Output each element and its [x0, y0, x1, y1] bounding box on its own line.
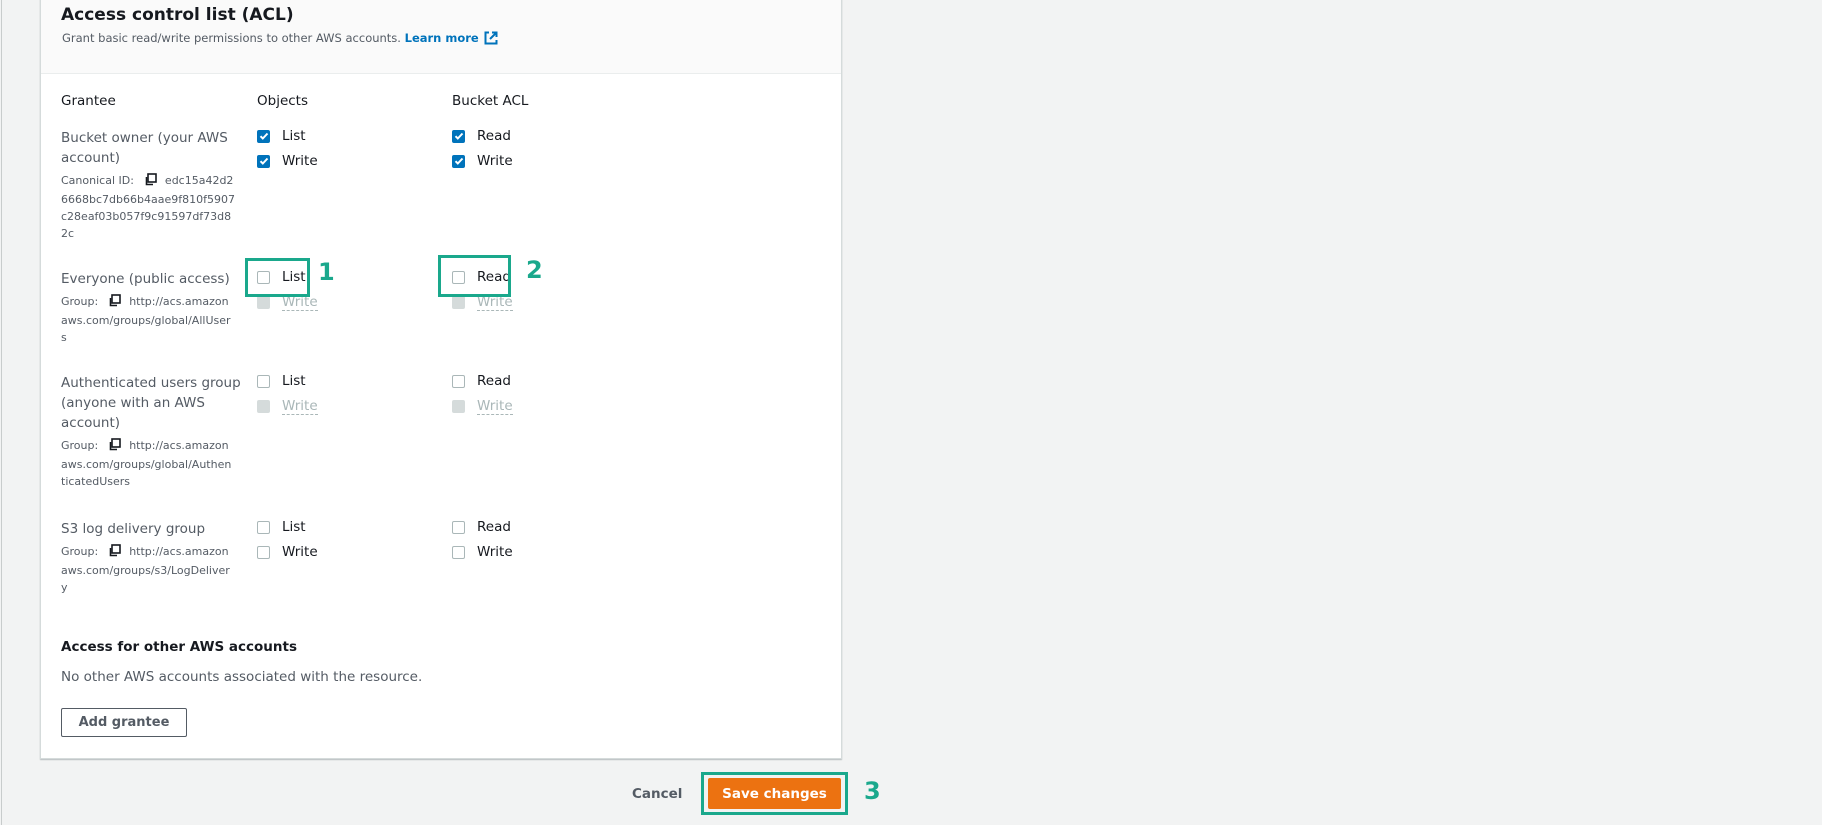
- identifier-label: Group:: [61, 545, 99, 558]
- annotation-number-3: 3: [864, 777, 881, 805]
- page-edge-divider: [1, 0, 2, 825]
- column-header-grantee: Grantee: [61, 93, 116, 109]
- checkbox: [452, 296, 465, 309]
- checkbox-label: Write: [477, 544, 513, 560]
- grantee-identifier: Canonical ID: edc15a42d2 6668bc7db66b4aae9…: [61, 172, 241, 242]
- permission-bucket-acl-read[interactable]: Read: [452, 519, 511, 535]
- description-text: Grant basic read/write permissions to ot…: [62, 31, 401, 45]
- grantee-identifier: Group: http://acs.amazon aws.com/groups/gl…: [61, 437, 241, 490]
- permission-bucket-acl-write[interactable]: Write: [452, 153, 513, 169]
- cancel-button[interactable]: Cancel: [632, 786, 682, 802]
- column-header-bucket-acl: Bucket ACL: [452, 93, 529, 109]
- checkbox[interactable]: [452, 154, 465, 168]
- checkbox-label: Write: [477, 398, 513, 415]
- learn-more-label: Learn more: [404, 31, 479, 45]
- checkbox: [257, 296, 270, 309]
- permission-bucket-acl-write[interactable]: Write: [452, 544, 513, 560]
- annotation-box-1: [245, 258, 310, 297]
- permission-objects-write[interactable]: Write: [257, 544, 318, 560]
- copy-icon[interactable]: [108, 294, 122, 312]
- permission-objects-write[interactable]: Write: [257, 153, 318, 169]
- permission-objects-write: Write: [257, 398, 318, 415]
- annotation-number-2: 2: [526, 256, 543, 284]
- permission-objects-list[interactable]: List: [257, 373, 306, 389]
- copy-icon[interactable]: [108, 438, 122, 456]
- permission-bucket-acl-write: Write: [452, 398, 513, 415]
- checkbox[interactable]: [257, 520, 270, 534]
- checkbox-label: List: [282, 373, 306, 389]
- annotation-box-2: [438, 255, 511, 297]
- checkbox-label: Write: [282, 544, 318, 560]
- add-grantee-button[interactable]: Add grantee: [61, 708, 187, 737]
- grantee-name: Everyone (public access): [61, 271, 230, 287]
- annotation-number-1: 1: [318, 258, 335, 286]
- checkbox-label: Read: [477, 373, 511, 389]
- checkbox[interactable]: [257, 545, 270, 559]
- acl-panel-header: Access control list (ACL) Grant basic re…: [41, 0, 841, 74]
- checkbox-label: List: [282, 128, 306, 144]
- permission-objects-list[interactable]: List: [257, 519, 306, 535]
- checkbox[interactable]: [257, 154, 270, 168]
- panel-description: Grant basic read/write permissions to ot…: [62, 31, 498, 48]
- checkbox[interactable]: [452, 129, 465, 143]
- copy-icon[interactable]: [144, 173, 157, 191]
- permission-objects-list[interactable]: List: [257, 128, 306, 144]
- checkbox[interactable]: [452, 520, 465, 534]
- grantee-name: Authenticated users group (anyone with a…: [61, 375, 241, 431]
- checkbox[interactable]: [452, 545, 465, 559]
- identifier-label: Group:: [61, 295, 99, 308]
- panel-title: Access control list (ACL): [61, 5, 294, 25]
- checkbox-label: Write: [477, 153, 513, 169]
- checkbox-label: Write: [282, 153, 318, 169]
- checkbox[interactable]: [257, 374, 270, 388]
- grantee-name: Bucket owner (your AWS account): [61, 130, 228, 166]
- checkbox: [452, 400, 465, 413]
- acl-panel: Access control list (ACL) Grant basic re…: [40, 0, 842, 759]
- learn-more-link[interactable]: Learn more: [405, 31, 498, 45]
- save-changes-button[interactable]: Save changes: [708, 778, 841, 809]
- other-accounts-empty-text: No other AWS accounts associated with th…: [61, 669, 423, 685]
- checkbox[interactable]: [452, 374, 465, 388]
- identifier-label: Canonical ID:: [61, 174, 134, 187]
- grantee-name: S3 log delivery group: [61, 521, 206, 537]
- checkbox-label: Read: [477, 128, 511, 144]
- grantee-identifier: Group: http://acs.amazon aws.com/groups/gl…: [61, 293, 241, 346]
- checkbox-label: Read: [477, 519, 511, 535]
- external-link-icon: [484, 31, 498, 48]
- column-header-objects: Objects: [257, 93, 309, 109]
- copy-icon[interactable]: [108, 544, 122, 562]
- checkbox[interactable]: [257, 129, 270, 143]
- identifier-label: Group:: [61, 439, 99, 452]
- permission-bucket-acl-read[interactable]: Read: [452, 373, 511, 389]
- checkbox: [257, 400, 270, 413]
- checkbox-label: Write: [282, 398, 318, 415]
- other-accounts-title: Access for other AWS accounts: [61, 639, 297, 655]
- permission-bucket-acl-read[interactable]: Read: [452, 128, 511, 144]
- grantee-identifier: Group: http://acs.amazon aws.com/groups/s3…: [61, 543, 241, 596]
- checkbox-label: List: [282, 519, 306, 535]
